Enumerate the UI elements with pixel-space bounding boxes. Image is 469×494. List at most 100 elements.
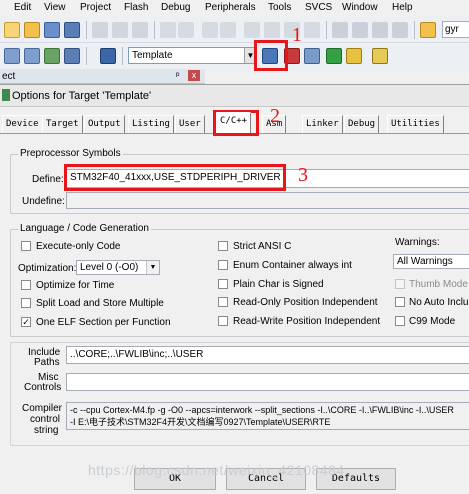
rw-pi-checkbox[interactable] <box>218 316 228 326</box>
toolbar-separator <box>86 47 87 65</box>
tab-utilities[interactable]: Utilities <box>387 115 444 133</box>
manage-run-time-icon[interactable] <box>326 48 342 64</box>
thumb-mode-checkbox[interactable] <box>395 279 405 289</box>
bookmark-icon[interactable] <box>244 22 260 38</box>
ro-pi-label: Read-Only Position Independent <box>233 297 378 308</box>
optimize-time-label: Optimize for Time <box>36 280 115 291</box>
menu-flash[interactable]: Flash <box>124 2 148 13</box>
project-pane-header: ect ᵖ x <box>0 69 205 84</box>
tab-listing[interactable]: Listing <box>128 115 174 133</box>
menu-svcs[interactable]: SVCS <box>305 2 332 13</box>
save-all-icon[interactable] <box>64 22 80 38</box>
new-file-icon[interactable] <box>4 22 20 38</box>
project-pane-title: ect <box>2 71 16 82</box>
chevron-down-icon: ▼ <box>146 261 159 274</box>
rebuild-icon[interactable] <box>44 48 60 64</box>
menu-window[interactable]: Window <box>342 2 378 13</box>
compiler-control-string: -c --cpu Cortex-M4.fp -g -O0 --apcs=inte… <box>66 402 469 430</box>
cut-icon[interactable] <box>92 22 108 38</box>
misc-label-2: Controls <box>24 382 62 393</box>
tab-debug[interactable]: Debug <box>344 115 380 133</box>
c99-mode-checkbox[interactable] <box>395 316 405 326</box>
paste-icon[interactable] <box>132 22 148 38</box>
misc-controls-field[interactable] <box>66 373 469 391</box>
pack-installer-icon[interactable] <box>346 48 362 64</box>
warnings-select[interactable]: All Warnings <box>393 254 469 269</box>
include-label-2: Paths <box>34 357 60 368</box>
redo-icon[interactable] <box>178 22 194 38</box>
watermark: https://blog.csdn.net/weixin_42108484 <box>88 462 345 478</box>
tab-output[interactable]: Output <box>84 115 125 133</box>
uncomment-icon[interactable] <box>392 22 408 38</box>
nav-back-icon[interactable] <box>202 22 218 38</box>
plain-char-checkbox[interactable] <box>218 279 228 289</box>
language-group-label: Language / Code Generation <box>18 223 151 234</box>
include-paths-field[interactable]: ..\CORE;..\FWLIB\inc;..\USER <box>66 346 469 364</box>
comment-icon[interactable] <box>372 22 388 38</box>
menu-tools[interactable]: Tools <box>268 2 291 13</box>
open-folder-icon[interactable] <box>24 22 40 38</box>
save-icon[interactable] <box>44 22 60 38</box>
search-input[interactable]: gyr <box>442 21 469 38</box>
load-download-icon[interactable] <box>100 48 116 64</box>
warnings-value: All Warnings <box>397 256 453 267</box>
rw-pi-label: Read-Write Position Independent <box>233 316 381 327</box>
menu-peripherals[interactable]: Peripherals <box>205 2 256 13</box>
tab-target[interactable]: Target <box>42 115 83 133</box>
strict-ansi-checkbox[interactable] <box>218 241 228 251</box>
no-auto-includes-checkbox[interactable] <box>395 297 405 307</box>
compiler-label-3: string <box>34 425 59 436</box>
bookmark-prev-icon[interactable] <box>264 22 280 38</box>
compiler-label-2: control <box>30 414 61 425</box>
enum-int-checkbox[interactable] <box>218 260 228 270</box>
copy-icon[interactable] <box>112 22 128 38</box>
optimization-select[interactable]: Level 0 (-O0) ▼ <box>76 260 160 275</box>
no-auto-includes-label: No Auto Includ <box>409 297 469 308</box>
compiler-label-1: Compiler <box>22 403 63 414</box>
undo-icon[interactable] <box>160 22 176 38</box>
menu-help[interactable]: Help <box>392 2 413 13</box>
tab-linker[interactable]: Linker <box>302 115 343 133</box>
target-select-value: Template <box>132 50 173 61</box>
translate-icon[interactable] <box>4 48 20 64</box>
undefine-field[interactable] <box>66 192 469 209</box>
toolbar-separator <box>326 21 327 39</box>
annotation-number-2: 2 <box>270 105 280 127</box>
nav-forward-icon[interactable] <box>220 22 236 38</box>
execute-only-checkbox[interactable] <box>21 241 31 251</box>
annotation-number-1: 1 <box>292 24 302 46</box>
menu-project[interactable]: Project <box>80 2 111 13</box>
unindent-icon[interactable] <box>352 22 368 38</box>
target-select[interactable]: Template <box>128 47 256 64</box>
select-packs-icon[interactable] <box>304 48 320 64</box>
tab-user[interactable]: User <box>175 115 205 133</box>
menu-edit[interactable]: Edit <box>14 2 31 13</box>
app-icon <box>2 89 10 101</box>
pin-icon[interactable]: ᵖ <box>176 70 179 80</box>
find-in-files-icon[interactable] <box>420 22 436 38</box>
c99-mode-label: C99 Mode <box>409 316 456 327</box>
batch-build-icon[interactable] <box>64 48 80 64</box>
annotation-box-options-button <box>254 40 288 71</box>
tab-device[interactable]: Device <box>2 115 43 133</box>
bookmark-clear-icon[interactable] <box>304 22 320 38</box>
split-load-store-checkbox[interactable] <box>21 298 31 308</box>
software-packs-icon[interactable] <box>372 48 388 64</box>
compiler-line-1: -c --cpu Cortex-M4.fp -g -O0 --apcs=inte… <box>70 405 454 415</box>
tab-c-cpp[interactable]: C/C++ <box>216 112 252 133</box>
split-load-store-label: Split Load and Store Multiple <box>36 298 164 309</box>
one-elf-checkbox[interactable]: ✓ <box>21 317 31 327</box>
close-icon[interactable]: x <box>188 70 200 81</box>
preprocessor-group-label: Preprocessor Symbols <box>18 148 123 159</box>
menu-view[interactable]: View <box>44 2 66 13</box>
ro-pi-checkbox[interactable] <box>218 297 228 307</box>
indent-icon[interactable] <box>332 22 348 38</box>
undefine-label: Undefine: <box>22 196 65 207</box>
build-icon[interactable] <box>24 48 40 64</box>
toolbar-separator <box>414 21 415 39</box>
annotation-number-3: 3 <box>298 164 308 186</box>
menu-debug[interactable]: Debug <box>161 2 190 13</box>
toolbar-separator <box>86 21 87 39</box>
strict-ansi-label: Strict ANSI C <box>233 241 292 252</box>
optimize-time-checkbox[interactable] <box>21 280 31 290</box>
